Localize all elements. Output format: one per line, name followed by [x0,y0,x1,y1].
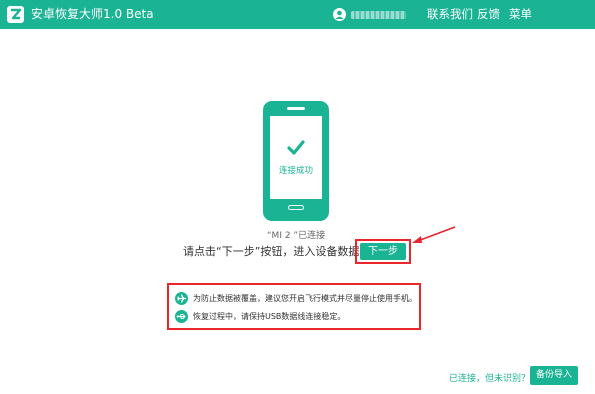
check-icon [287,140,305,155]
contact-us-link[interactable]: 联系我们 [427,7,473,22]
phone-illustration: 连接成功 [263,101,329,221]
account-name-redacted[interactable] [351,11,406,19]
red-arrow-icon [412,226,456,243]
user-icon[interactable] [333,8,346,21]
phone-home-button [288,205,304,210]
airplane-icon [175,292,188,305]
app-logo-icon [7,6,24,23]
notice-box: 为防止数据被覆盖，建议您开启飞行模式并尽量停止使用手机。 恢复过程中，请保持US… [167,283,421,330]
unrecognized-link[interactable]: 已连接，但未识别？ [449,371,530,384]
connection-status: 连接成功 [278,166,313,176]
menu-link[interactable]: 菜单 [509,7,532,22]
phone-speaker [287,107,305,110]
title-bar: 安卓恢复大师1.0 Beta 联系我们 反馈 菜单 [0,0,595,29]
next-button[interactable]: 下一步 [360,243,406,260]
backup-import-button[interactable]: 备份导入 [530,366,578,385]
notice-text: 恢复过程中，请保持USB数据线连接稳定。 [193,312,346,321]
app-title: 安卓恢复大师1.0 Beta [31,7,154,21]
notice-text: 为防止数据被覆盖，建议您开启飞行模式并尽量停止使用手机。 [193,294,417,303]
feedback-link[interactable]: 反馈 [477,7,500,22]
usb-icon [175,310,188,323]
phone-screen: 连接成功 [270,116,322,199]
instruction-text: 请点击“下一步”按钮，进入设备数据扫描 [183,245,382,258]
